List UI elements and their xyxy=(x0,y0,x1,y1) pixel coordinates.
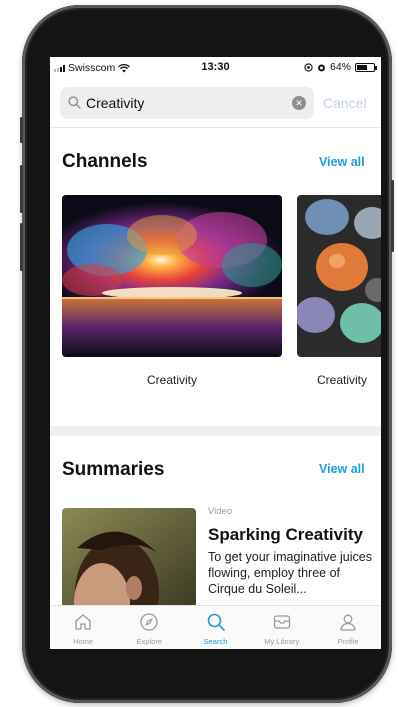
tab-label: Profile xyxy=(337,637,359,646)
tab-bar: Home Explore Search My Library Profile xyxy=(50,605,381,649)
profile-icon xyxy=(340,614,356,631)
summary-thumbnail[interactable] xyxy=(62,508,196,608)
header-divider xyxy=(50,127,381,128)
crumpled-paper-image xyxy=(297,195,381,357)
battery-icon xyxy=(355,62,377,72)
tab-search[interactable]: Search xyxy=(182,606,248,649)
tab-label: My Library xyxy=(264,637,300,646)
mute-switch xyxy=(20,117,23,143)
tab-label: Explore xyxy=(136,637,163,646)
tab-home[interactable]: Home xyxy=(50,606,116,649)
power-button xyxy=(391,180,394,252)
channel-card-image-crumpled-paper[interactable] xyxy=(297,195,381,357)
alarm-icon xyxy=(318,64,325,71)
summary-description: To get your imaginative juices flowing, … xyxy=(208,550,372,596)
location-icon xyxy=(304,62,313,72)
channels-title: Channels xyxy=(62,151,148,172)
summaries-title: Summaries xyxy=(62,459,165,480)
tab-explore[interactable]: Explore xyxy=(116,606,182,649)
tab-profile[interactable]: Profile xyxy=(315,606,381,649)
section-divider xyxy=(50,426,381,436)
tab-label: Home xyxy=(73,637,94,646)
battery-percent: 64% xyxy=(329,61,351,73)
summary-title[interactable]: Sparking Creativity xyxy=(208,525,363,545)
channel-card-label: Creativity xyxy=(317,373,368,387)
compass-icon xyxy=(140,613,158,631)
summaries-view-all-link[interactable]: View all xyxy=(319,462,365,476)
status-bar: Swisscom 13:30 64% xyxy=(50,57,381,79)
colorful-smoke-image xyxy=(62,195,282,357)
search-icon xyxy=(68,96,81,109)
volume-up-button xyxy=(20,165,23,213)
app-screen: Swisscom 13:30 64% Creativity ✕ Cancel C… xyxy=(50,57,381,649)
channel-card-image-creativity[interactable] xyxy=(62,195,282,357)
channel-card-label: Creativity xyxy=(146,373,197,387)
clear-icon[interactable]: ✕ xyxy=(292,96,306,110)
tab-label: Search xyxy=(203,637,228,646)
cancel-button[interactable]: Cancel xyxy=(323,95,367,111)
volume-down-button xyxy=(20,223,23,271)
channels-view-all-link[interactable]: View all xyxy=(319,155,365,169)
search-icon xyxy=(207,613,225,631)
tab-my-library[interactable]: My Library xyxy=(249,606,315,649)
search-row: Creativity ✕ Cancel xyxy=(60,87,381,119)
portrait-image xyxy=(62,508,196,608)
search-field[interactable]: Creativity ✕ xyxy=(60,87,314,119)
home-icon xyxy=(75,614,91,630)
library-icon xyxy=(273,615,290,629)
search-input-value[interactable]: Creativity xyxy=(86,95,144,111)
summary-kicker: Video xyxy=(208,506,233,517)
